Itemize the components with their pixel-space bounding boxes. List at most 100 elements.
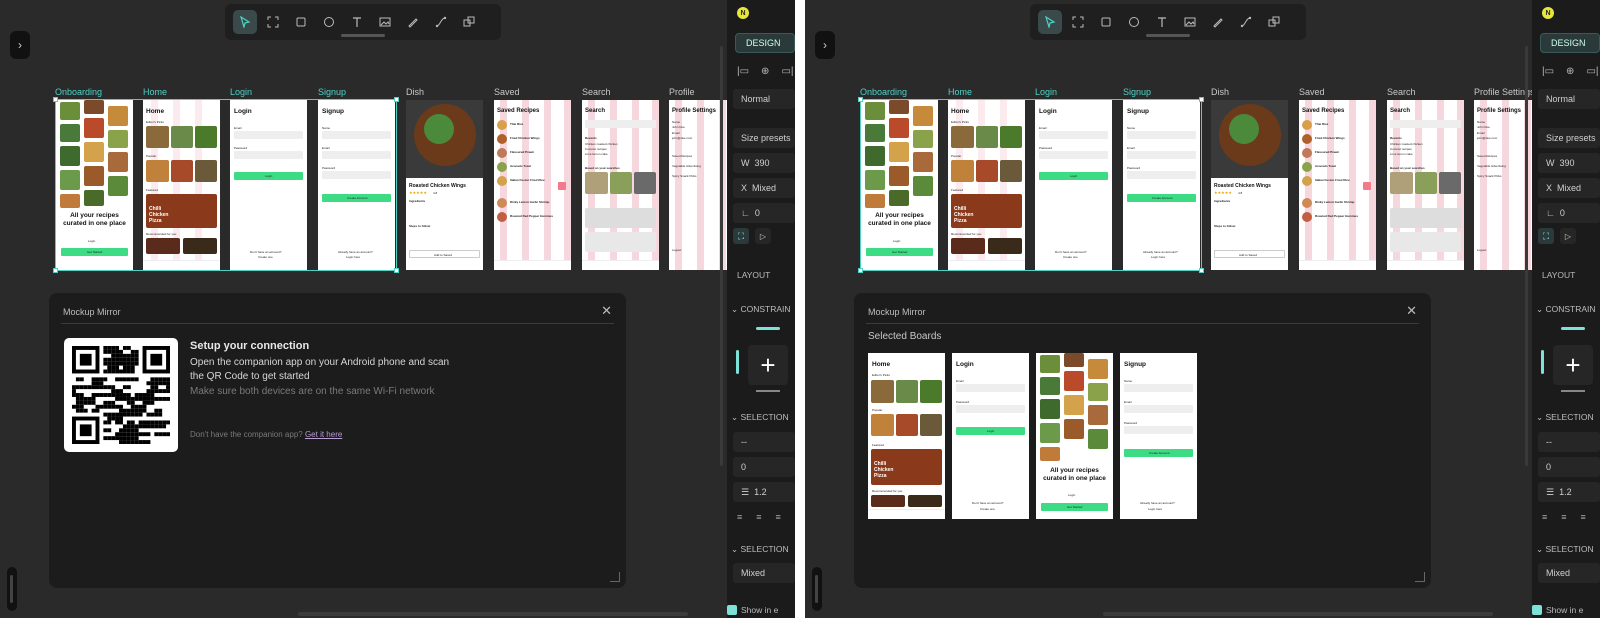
board-dish[interactable]: Roasted Chicken Wings ★★★★★ 4.8 Ingredie… (1211, 100, 1288, 270)
board-label-signup[interactable]: Signup (1123, 87, 1151, 97)
letter-spacing-field[interactable]: 0 (733, 457, 795, 477)
rectangle-icon[interactable] (289, 10, 313, 34)
sb-signup-name-field[interactable] (1124, 384, 1193, 392)
text-align-left-icon[interactable]: ≡ (1542, 512, 1547, 522)
blend-mode-select[interactable]: Normal (733, 89, 795, 109)
size-presets-select[interactable]: Size presets (1538, 128, 1600, 148)
sb-home-nav[interactable] (868, 509, 945, 519)
search-input[interactable] (1390, 120, 1461, 128)
corner-radius-field[interactable]: ∟ 0 (733, 203, 795, 223)
selection2-heading[interactable]: ⌄ SELECTION (1536, 544, 1594, 555)
corner-radius-field[interactable]: ∟ 0 (1538, 203, 1600, 223)
board-search[interactable]: Search Recents Chicken roasted chicken C… (1387, 100, 1464, 270)
text-align-center-icon[interactable]: ≡ (1561, 512, 1566, 522)
board-label-onboarding[interactable]: Onboarding (55, 87, 102, 97)
board-label-home[interactable]: Home (948, 87, 972, 97)
delete-icon[interactable] (1363, 182, 1371, 190)
frame-icon[interactable] (1066, 10, 1090, 34)
checkbox-icon[interactable] (727, 605, 737, 615)
resize-handle-bl[interactable] (53, 268, 58, 273)
vertical-scrollbar[interactable] (1525, 46, 1528, 466)
font-field[interactable]: -- (733, 432, 795, 452)
board-label-profile[interactable]: Profile (669, 87, 695, 97)
x-field[interactable]: X Mixed (1538, 178, 1600, 198)
text-align-left-icon[interactable]: ≡ (737, 512, 742, 522)
search-recent-1[interactable]: Chicken roasted chicken (585, 142, 618, 146)
font-field[interactable]: -- (1538, 432, 1600, 452)
constraint-bottom[interactable] (756, 390, 780, 392)
board-label-saved[interactable]: Saved (494, 87, 520, 97)
sb-onboarding-get-started[interactable]: Get Started (1041, 503, 1108, 511)
width-field[interactable]: W 390 (1538, 153, 1600, 173)
avatar[interactable]: N (737, 7, 749, 19)
board-label-search[interactable]: Search (582, 87, 611, 97)
sb-onboarding-login[interactable]: Login (1068, 493, 1075, 497)
delete-icon[interactable] (558, 182, 566, 190)
board-label-onboarding[interactable]: Onboarding (860, 87, 907, 97)
saved-item[interactable]: Italian Fusion Fried Rice (1302, 176, 1372, 188)
rectangle-icon[interactable] (1094, 10, 1118, 34)
letter-spacing-field[interactable]: 0 (1538, 457, 1600, 477)
fit-frame-icon[interactable]: ⛶ (733, 228, 749, 244)
sb-signup-email-field[interactable] (1124, 405, 1193, 413)
saved-item[interactable]: Dinky Lemon Garlic Shrimp (1302, 198, 1372, 210)
bottom-panel-handle[interactable] (7, 567, 17, 611)
search-recent-3[interactable]: Lime lemon cake (1390, 152, 1413, 156)
add-to-saved-button[interactable]: Add to Saved (1214, 250, 1285, 258)
constraint-left[interactable] (1541, 350, 1544, 374)
ellipse-icon[interactable] (317, 10, 341, 34)
selection-heading[interactable]: ⌄ SELECTION (1536, 412, 1594, 423)
resize-handle-br[interactable] (1199, 268, 1204, 273)
resize-handle-tr[interactable] (1199, 97, 1204, 102)
resize-handle-tr[interactable] (394, 97, 399, 102)
search-bottom-nav[interactable] (582, 260, 659, 270)
selection-box[interactable] (858, 97, 1204, 273)
board-label-search[interactable]: Search (1387, 87, 1416, 97)
align-left-icon[interactable]: |▭ (737, 66, 749, 77)
search-recent-2[interactable]: Coconut recipes (1390, 147, 1412, 151)
horizontal-scrollbar[interactable] (298, 612, 688, 616)
board-label-saved[interactable]: Saved (1299, 87, 1325, 97)
board-label-home[interactable]: Home (143, 87, 167, 97)
profile-menu-1[interactable]: Saved Recipes (1477, 154, 1497, 158)
mixed-select[interactable]: Mixed (733, 563, 795, 583)
image-icon[interactable] (373, 10, 397, 34)
profile-logout[interactable]: Logout (1477, 248, 1486, 252)
text-align-right-icon[interactable]: ≡ (1581, 512, 1586, 522)
get-it-here-link[interactable]: Get it here (305, 430, 342, 439)
board-dish[interactable]: Roasted Chicken Wings ★★★★★ 4.8 Ingredie… (406, 100, 483, 270)
horizontal-scrollbar[interactable] (1103, 612, 1493, 616)
align-center-icon[interactable]: ⊕ (761, 66, 769, 77)
saved-item[interactable]: Italian Fusion Fried Rice (497, 176, 567, 188)
board-label-dish[interactable]: Dish (406, 87, 424, 97)
constraint-top[interactable] (756, 327, 780, 330)
profile-menu-3[interactable]: Spicy Snack Picks (1477, 174, 1502, 178)
board-label-dish[interactable]: Dish (1211, 87, 1229, 97)
image-icon[interactable] (1178, 10, 1202, 34)
profile-menu-3[interactable]: Spicy Snack Picks (672, 174, 697, 178)
saved-item[interactable]: Avocado Toast (1302, 162, 1372, 174)
align-left-icon[interactable]: |▭ (1542, 66, 1554, 77)
sb-login-email-field[interactable] (956, 384, 1025, 392)
board-saved[interactable]: Saved Recipes Thai Rice Fried Chicken Win… (1299, 100, 1376, 270)
add-to-saved-button[interactable]: Add to Saved (409, 250, 480, 258)
width-field[interactable]: W 390 (733, 153, 795, 173)
text-icon[interactable] (345, 10, 369, 34)
mixed-select[interactable]: Mixed (1538, 563, 1600, 583)
tab-design[interactable]: DESIGN (1540, 33, 1600, 53)
selected-board-login[interactable]: Login Email Password Login Don't have an… (952, 353, 1029, 519)
constraint-bottom[interactable] (1561, 390, 1585, 392)
sb-login-create[interactable]: Create one (980, 507, 995, 511)
sb-login-password-field[interactable] (956, 405, 1025, 413)
resize-handle-br[interactable] (394, 268, 399, 273)
saved-item[interactable]: Flavoured Prawn (1302, 148, 1372, 160)
constraints-heading[interactable]: ⌄ CONSTRAIN (1536, 304, 1596, 315)
bottom-panel-handle[interactable] (812, 567, 822, 611)
pointer-icon[interactable] (233, 10, 257, 34)
sb-signup-login[interactable]: Login here (1148, 507, 1162, 511)
frame-icon[interactable] (261, 10, 285, 34)
sb-create-account-button[interactable]: Create Account (1124, 449, 1193, 457)
show-in-export-toggle[interactable]: Show in e (727, 605, 778, 615)
selected-board-onboarding[interactable]: All your recipes curated in one place Lo… (1036, 353, 1113, 519)
board-label-signup[interactable]: Signup (318, 87, 346, 97)
